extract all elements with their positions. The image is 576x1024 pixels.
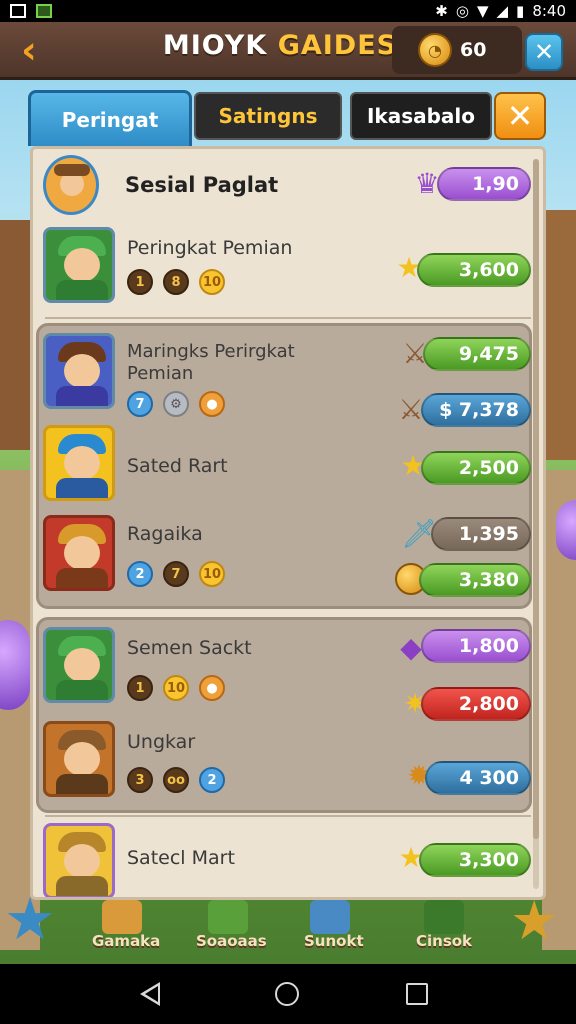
clock: 8:40 [532,2,566,20]
score-pill: 9,475 [423,337,531,371]
coin-icon: ◔ [418,33,452,67]
row-name: Sesial Paglat [125,173,279,197]
purple-orb-icon [0,620,30,710]
chevron-left-icon: ‹ [21,27,37,72]
row-name: Semen Sackt [127,637,252,659]
house-right [542,210,576,460]
notification-icon [10,4,26,18]
scrollbar-thumb[interactable] [533,159,539,839]
rank-chip: oo [163,767,189,793]
social-nav-icon[interactable] [310,900,350,934]
avatar [43,155,99,215]
rank-chip: 2 [199,767,225,793]
score-pill: 1,395 [431,517,531,551]
score-pill: 3,380 [419,563,531,597]
rank-chip: 10 [199,269,225,295]
back-button[interactable]: ‹ [4,25,54,75]
coin-count: 60 [460,39,487,61]
home-nav-button-icon[interactable] [275,982,299,1006]
score-pill: 4 300 [425,761,531,795]
list-item[interactable]: Peringkat Pemian 1 8 10 ★ 3,600 [41,227,531,307]
score-pill: $ 7,378 [421,393,531,427]
tab-peringat[interactable]: Peringat [28,90,192,146]
chip-group: 1 8 10 [127,269,225,295]
divider [45,317,531,319]
shop-nav-icon[interactable] [208,900,248,934]
chip-group: 3 oo 2 [127,767,225,793]
battery-icon: ▮ [516,2,525,20]
list-item[interactable]: Sesial Paglat ♛ 1,90 [41,155,531,225]
page-title: MIOYK GAIDES [162,30,398,61]
avatar [43,721,115,797]
avatar [43,227,115,303]
close-icon: ✕ [506,97,534,135]
android-nav-bar [0,964,576,1024]
row-name: Ungkar [127,731,196,753]
row-name: Ragaika [127,523,203,545]
score-pill: 2,500 [421,451,531,485]
signal-icon: ◢ [496,2,509,20]
list-item[interactable]: ⚔ $ 7,378 [41,387,531,427]
divider [45,815,531,817]
coin-counter: ◔ 60 [392,26,522,74]
row-name: Satecl Mart [127,847,235,869]
close-icon: ✕ [533,38,555,66]
status-bar: ✱ ◎ ▼ ◢ ▮ 8:40 [0,0,576,22]
score-pill: 1,90 [437,167,531,201]
tab-ikasabalo[interactable]: Ikasabalo [350,92,492,140]
top-bar: ‹ MIOYK GAIDES ◔ 60 ✕ [0,22,576,80]
wifi-icon: ▼ [476,2,489,20]
star-decoration-icon: ★ [4,885,56,953]
close-button[interactable]: ✕ [525,33,563,71]
sync-icon: ◎ [455,2,469,20]
star-decoration-icon: ★ [510,889,559,952]
recent-apps-icon[interactable] [406,983,428,1005]
list-item[interactable]: Sated Rart ★ 2,500 [41,425,531,507]
list-item[interactable]: 3,380 [41,559,531,603]
row-name: Maringks Perirgkat Pemian [127,341,295,384]
tab-bar: Peringat Satingns Ikasabalo ✕ [26,90,550,146]
rank-chip: 8 [163,269,189,295]
list-item[interactable]: Satecl Mart ★ 3,300 [41,823,531,897]
rank-chip: 1 [127,269,153,295]
score-pill: 3,600 [417,253,531,287]
score-pill: 2,800 [421,687,531,721]
row-name: Peringkat Pemian [127,237,293,259]
nav-gamaka[interactable]: Gamaka [92,932,160,950]
avatar [43,425,115,501]
tab-satingns[interactable]: Satingns [194,92,342,140]
rank-chip: 3 [127,767,153,793]
nav-sunokt[interactable]: Sunokt [304,932,364,950]
score-pill: 3,300 [419,843,531,877]
nav-soaoaas[interactable]: Soaoaas [196,932,267,950]
bluetooth-icon: ✱ [435,2,448,20]
settings-nav-icon[interactable] [424,900,464,934]
tab-close-button[interactable]: ✕ [494,92,546,140]
nav-cinsok[interactable]: Cinsok [416,932,472,950]
game-nav-bar: ★ Gamaka Soaoaas Sunokt Cinsok ★ [0,890,576,964]
app-notification-icon [36,4,52,18]
row-name: Sated Rart [127,455,228,477]
back-nav-icon-inner [145,986,158,1002]
leaderboard-panel[interactable]: Sesial Paglat ♛ 1,90 Peringkat Pemian 1 … [30,146,546,900]
list-item[interactable]: ✷ 2,800 [41,683,531,723]
score-pill: 1,800 [421,629,531,663]
list-item[interactable]: Ungkar 3 oo 2 ✹ 4 300 [41,721,531,799]
purple-orb-icon [556,500,576,560]
home-nav-icon[interactable] [102,900,142,934]
